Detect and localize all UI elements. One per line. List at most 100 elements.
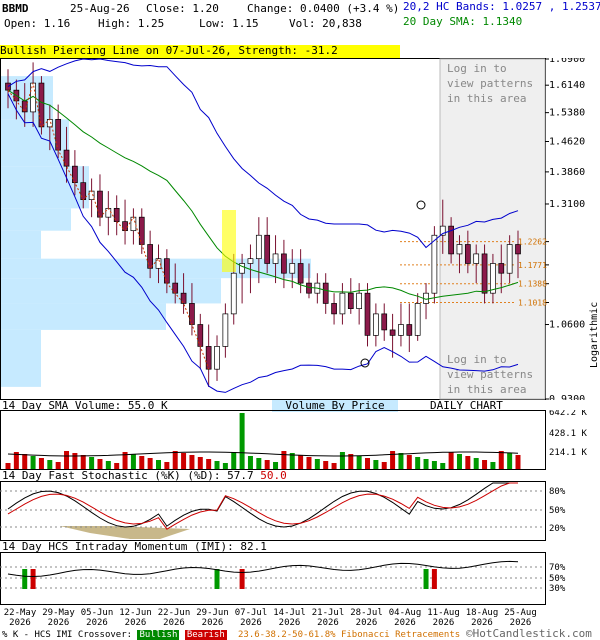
volume-bar <box>423 459 429 469</box>
date-axis-label: 28-Jul 2026 <box>350 608 383 628</box>
volume-bar <box>456 454 462 469</box>
candle-up <box>222 313 229 347</box>
imi-scale-70: 70% <box>549 563 566 573</box>
candle-down <box>498 263 505 274</box>
login-line-2: view patterns <box>447 77 534 90</box>
price-tick-label: 1.6900 <box>549 58 585 65</box>
imi-line <box>7 560 519 578</box>
price-tick-label: 1.0600 <box>549 320 585 331</box>
volume-bar <box>239 413 245 469</box>
pattern-highlight <box>222 210 236 272</box>
date-axis-label: 14-Jul 2026 <box>273 608 306 628</box>
date-axis-label: 18-Aug 2026 <box>465 608 499 628</box>
login-line-1: Log in to <box>447 62 507 75</box>
vbp-bar <box>1 278 221 304</box>
candle-up <box>230 272 237 315</box>
login-prompt-top[interactable]: Log in to view patterns in this area <box>447 61 533 106</box>
header-open: Open: 1.16 <box>4 17 71 30</box>
volume-bar <box>64 451 70 469</box>
imi-chart: 70% 50% 30% <box>0 552 566 605</box>
price-tick-label: 1.1018 <box>518 299 547 308</box>
candle-up <box>214 346 220 370</box>
volume-bar <box>164 462 170 469</box>
date-axis-label: 12-Jun 2026 <box>119 608 152 628</box>
price-tick-label: 1.3860 <box>549 167 585 178</box>
volume-bar <box>498 451 504 469</box>
volume-bar <box>130 454 136 469</box>
candle-up <box>289 263 296 274</box>
header-date: 25-Aug-26 <box>70 2 130 15</box>
bullish-crossover-mark <box>22 569 28 589</box>
price-tick-label: 1.6140 <box>549 80 585 91</box>
volume-chart: 642.2 K 428.1 K 214.1 K <box>0 410 588 470</box>
bearish-badge: Bearish <box>184 630 227 640</box>
volume-bar <box>231 452 237 469</box>
candle-down <box>406 324 413 336</box>
volume-bar <box>214 461 220 469</box>
price-tick-label: 0.9300 <box>549 394 585 400</box>
header-bands: 20,2 HC Bands: 1.0257 , 1.2537 <box>403 0 600 13</box>
date-axis-label: 25-Aug 2026 <box>504 608 537 628</box>
candle-down <box>172 282 179 294</box>
volume-bar <box>515 455 521 469</box>
candle-down <box>38 82 45 128</box>
candle-down <box>281 253 287 274</box>
header-vol: Vol: 20,838 <box>289 17 362 30</box>
candle-down <box>55 118 62 151</box>
volume-bar <box>155 460 161 469</box>
stoch-k-line <box>7 482 518 528</box>
price-tick-label: 1.5380 <box>549 108 585 119</box>
vbp-bar <box>1 303 166 330</box>
bullish-crossover-mark <box>214 569 220 589</box>
candle-up <box>456 244 463 255</box>
candle-up <box>339 292 346 315</box>
volume-bar <box>298 455 304 469</box>
vbp-bar <box>1 329 41 387</box>
volume-bar <box>356 456 362 469</box>
candle-down <box>331 303 337 315</box>
volume-bar <box>30 456 36 469</box>
volume-bar <box>339 452 345 469</box>
candle-down <box>147 244 153 269</box>
scale-label: Logarithmic <box>589 302 600 368</box>
price-chart: 1.6900 1.6140 1.5380 1.4620 1.3860 1.3100 1.22… <box>0 58 600 400</box>
vol-scale-2: 428.1 K <box>549 429 588 439</box>
candle-down <box>381 313 388 331</box>
candle-up <box>373 313 379 336</box>
date-axis-label: 07-Jul 2026 <box>234 608 268 628</box>
candle-down <box>347 292 354 309</box>
volume-bar <box>431 461 437 469</box>
volume-bar <box>206 459 212 469</box>
volume-bar <box>473 458 479 469</box>
vol-scale-1: 642.2 K <box>549 410 588 418</box>
candle-up <box>247 258 254 264</box>
candle-up <box>105 207 112 218</box>
candle-down <box>481 253 488 294</box>
stochastic-chart: 80% 50% 20% <box>0 481 566 541</box>
volume-bar <box>80 455 86 469</box>
date-axis-label: 22-Jun 2026 <box>157 608 191 628</box>
candle-down <box>122 221 128 232</box>
volume-bar <box>181 453 187 469</box>
brand-link[interactable]: ©HotCandlestick.com <box>466 628 592 640</box>
candle-down <box>189 303 195 325</box>
date-axis-label: 22-May 2026 <box>3 608 37 628</box>
volume-bar <box>256 458 262 469</box>
login-line-2: view patterns <box>447 368 534 381</box>
candle-down <box>264 234 271 264</box>
login-line-3: in this area <box>447 92 527 105</box>
login-line-1: Log in to <box>447 353 507 366</box>
stoch-scale-80: 80% <box>549 487 566 497</box>
volume-bar <box>189 455 195 469</box>
date-axis-label: 29-Jun 2026 <box>196 608 229 628</box>
price-tick-label: 1.1771 <box>518 261 547 270</box>
imi-scale-50: 50% <box>549 574 566 584</box>
volume-bar <box>47 460 53 469</box>
candle-down <box>164 258 170 284</box>
volume-bar <box>97 459 103 469</box>
date-axis-label: 29-May 2026 <box>42 608 75 628</box>
volume-bar <box>281 451 287 469</box>
stoch-oversold-fill <box>60 526 190 539</box>
imi-chart-frame <box>0 552 546 605</box>
login-prompt-bottom[interactable]: Log in to view patterns in this area <box>447 352 533 397</box>
